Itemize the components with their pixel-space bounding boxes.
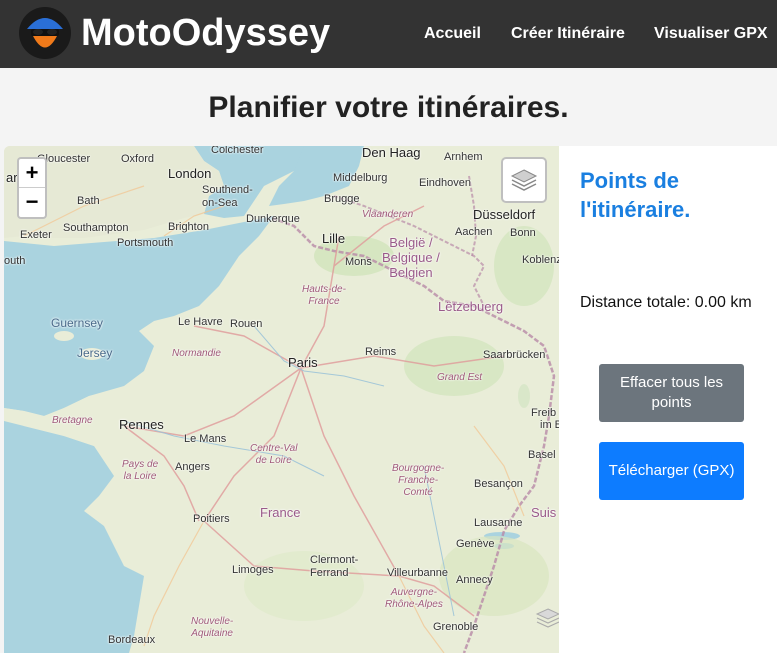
- page-title: Planifier votre itinéraires.: [208, 91, 569, 124]
- map-label-mons: Mons: [345, 256, 372, 268]
- map-label-le-havre: Le Havre: [178, 316, 223, 328]
- map-label-london: London: [168, 166, 212, 181]
- map-label-eindhoven: Eindhoven: [419, 177, 471, 189]
- map-label-reims: Reims: [365, 346, 397, 358]
- map-label-letzebuerg: Lëtzebuerg: [438, 299, 504, 314]
- nav-link-visualiser-gpx[interactable]: Visualiser GPX: [654, 24, 768, 44]
- map-label-grand-est: Grand Est: [437, 372, 483, 383]
- rider-logo-icon[interactable]: [19, 7, 71, 59]
- zoom-in-button[interactable]: +: [19, 159, 45, 188]
- map-label-hauts-de-france: Hauts-de- France: [302, 284, 346, 307]
- map-label-southampton: Southampton: [63, 222, 129, 234]
- map-label-bordeaux: Bordeaux: [108, 634, 156, 646]
- map-label-aachen: Aachen: [455, 226, 493, 238]
- route-map[interactable]: Gloucester Oxford Colchester Den Haag Ar…: [4, 146, 559, 653]
- layers-button[interactable]: [501, 157, 547, 203]
- map-label-annecy: Annecy: [456, 574, 493, 586]
- map-label-rennes: Rennes: [119, 417, 164, 432]
- map-label-vlaanderen: Vlaanderen: [362, 209, 414, 220]
- zoom-out-button[interactable]: −: [19, 188, 45, 217]
- map-label-normandie: Normandie: [172, 348, 221, 359]
- map-label-southend: Southend- on-Sea: [202, 184, 253, 209]
- map-label-auvergne-rhone-alpes: Auvergne- Rhône-Alpes: [385, 587, 443, 610]
- map-label-nouvelle-aquitaine: Nouvelle- Aquitaine: [191, 616, 234, 639]
- map-label-exeter: Exeter: [20, 229, 52, 241]
- itinerary-points-title: Points de l'itinéraire.: [580, 168, 691, 222]
- map-label-pays-de-la-loire: Pays de la Loire: [122, 459, 159, 482]
- map-label-lausanne: Lausanne: [474, 517, 523, 529]
- map-label-clermont-ferrand: Clermont- Ferrand: [310, 554, 359, 579]
- map-label-centre-val-de-loire: Centre-Val de Loire: [250, 443, 298, 466]
- nav-link-accueil[interactable]: Accueil: [424, 24, 481, 44]
- map-label-limoges: Limoges: [232, 564, 274, 576]
- nav-link-creer-itineraire[interactable]: Créer Itinéraire: [511, 24, 625, 44]
- map-label-brugge: Brugge: [324, 193, 360, 205]
- zoom-control: + −: [17, 157, 47, 219]
- map-label-bourgogne: Bourgogne- Franche- Comté: [392, 463, 445, 498]
- navbar: MotoOdyssey Accueil Créer Itinéraire Vis…: [0, 0, 777, 68]
- map-label-geneve: Genève: [456, 538, 495, 550]
- map-label-oxford: Oxford: [121, 153, 155, 165]
- download-gpx-button[interactable]: Télécharger (GPX): [599, 442, 744, 500]
- map-label-rouen: Rouen: [230, 318, 263, 330]
- map-label-le-mans: Le Mans: [184, 433, 227, 445]
- map-label-lille: Lille: [322, 231, 346, 246]
- map-label-basel: Basel: [528, 449, 556, 461]
- map-label-belgie: België / Belgique / Belgien: [382, 235, 440, 280]
- itinerary-panel: Points de l'itinéraire. Distance totale:…: [559, 146, 777, 653]
- map-label-jersey: Jersey: [77, 346, 113, 360]
- map-label-colchester: Colchester: [211, 146, 264, 156]
- map-label-suisse: Suis: [531, 505, 557, 520]
- map-label-angers: Angers: [175, 461, 210, 473]
- map-label-bonn: Bonn: [510, 227, 536, 239]
- total-distance: Distance totale: 0.00 km: [580, 294, 752, 311]
- map-label-den-haag: Den Haag: [362, 146, 421, 160]
- layers-icon: [510, 169, 538, 191]
- map-label-bretagne: Bretagne: [52, 415, 93, 426]
- map-label-besancon: Besançon: [474, 478, 523, 490]
- map-label-paris: Paris: [288, 355, 318, 370]
- map-label-plymouth: outh: [4, 255, 26, 267]
- brand-name[interactable]: MotoOdyssey: [81, 10, 330, 56]
- clear-points-button[interactable]: Effacer tous les points: [599, 364, 744, 422]
- map-label-koblenz: Koblenz: [522, 254, 559, 266]
- map-label-dusseldorf: Düsseldorf: [473, 207, 536, 222]
- map-label-middelburg: Middelburg: [333, 172, 388, 184]
- map-label-portsmouth: Portsmouth: [117, 237, 174, 249]
- map-label-france: France: [260, 505, 301, 520]
- stacked-layers-icon: [535, 608, 559, 628]
- map-label-dunkerque: Dunkerque: [246, 213, 300, 225]
- map-label-im-brei: im Brei: [540, 419, 559, 431]
- map-label-bath: Bath: [77, 195, 100, 207]
- map-label-villeurbanne: Villeurbanne: [387, 567, 448, 579]
- map-label-brighton: Brighton: [168, 221, 209, 233]
- map-label-saarbrucken: Saarbrücken: [483, 349, 546, 361]
- map-label-guernsey: Guernsey: [51, 316, 104, 330]
- map-label-poitiers: Poitiers: [193, 513, 230, 525]
- map-label-arnhem: Arnhem: [444, 151, 483, 163]
- map-label-grenoble: Grenoble: [433, 621, 479, 633]
